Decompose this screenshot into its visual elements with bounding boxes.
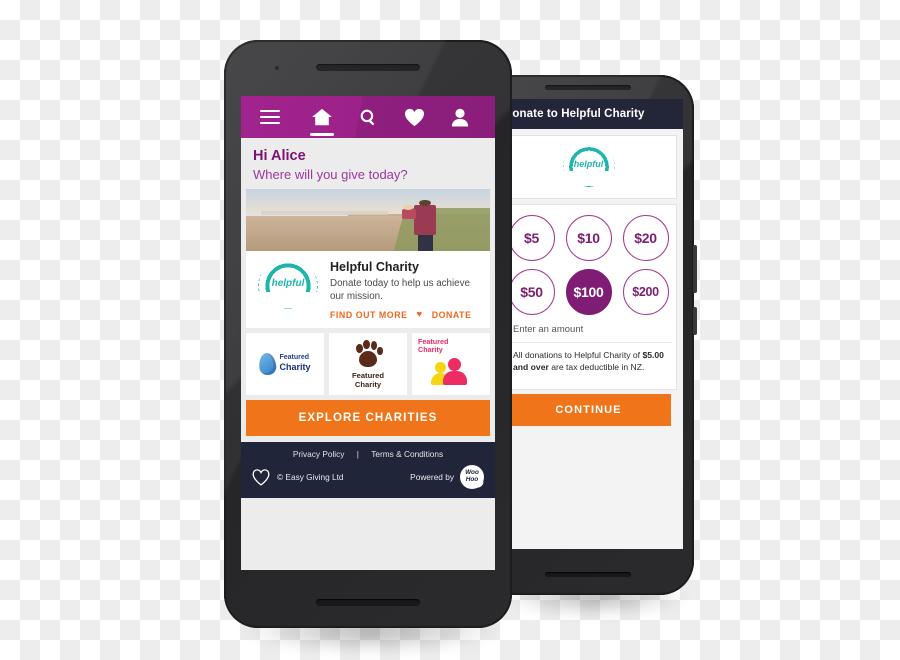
back-phone-bottom-speaker bbox=[545, 572, 631, 577]
footer-legal-links: Privacy Policy | Terms & Conditions bbox=[241, 449, 495, 459]
amount-option-5[interactable]: $5 bbox=[508, 215, 555, 261]
tile-water-charity[interactable]: Featured Charity bbox=[246, 332, 324, 395]
woohoo-logo-icon[interactable]: Woo Hoo bbox=[460, 464, 484, 489]
greeting-hello: Hi Alice bbox=[253, 148, 306, 164]
explore-charities-button[interactable]: EXPLORE CHARITIES bbox=[246, 399, 490, 436]
tile-label-animal: Featured Charity bbox=[352, 371, 384, 389]
front-phone-screen: Hi Alice Where will you give today? help… bbox=[241, 96, 495, 570]
powered-by-label: Powered by bbox=[410, 471, 454, 482]
two-people-icon bbox=[431, 354, 471, 385]
donate-screen-header: Donate to Helpful Charity bbox=[494, 99, 683, 129]
hamburger-menu-icon[interactable] bbox=[241, 96, 299, 138]
helpful-charity-badge-icon: helpful CHARITY bbox=[556, 143, 621, 191]
screenshot-stage: Donate to Helpful Charity helpful CHARIT… bbox=[0, 0, 900, 660]
terms-conditions-link[interactable]: Terms & Conditions bbox=[371, 449, 443, 459]
featured-charity-tiles: Featured Charity Featured Charity Featur… bbox=[246, 332, 490, 395]
amount-option-200[interactable]: $200 bbox=[622, 269, 669, 315]
charity-card-links: FIND OUT MORE ♥ DONATE bbox=[330, 310, 481, 320]
footer-divider: | bbox=[356, 448, 359, 459]
front-phone-earpiece bbox=[316, 64, 420, 71]
badge-word: helpful bbox=[271, 278, 305, 289]
amount-option-20[interactable]: $20 bbox=[622, 215, 669, 261]
front-phone-bottom-speaker bbox=[316, 599, 420, 606]
tile-label-line2: Charity bbox=[279, 362, 311, 373]
water-drop-icon bbox=[258, 352, 278, 376]
app-top-nav bbox=[241, 96, 495, 138]
tax-note-amount: $5.00 bbox=[642, 350, 664, 360]
hero-man-legs bbox=[418, 232, 433, 251]
footer-bottom-row: © Easy Giving Ltd Powered by Woo Hoo bbox=[241, 459, 495, 489]
donation-amount-grid: $5 $10 $20 $50 $100 $200 bbox=[505, 215, 672, 315]
donation-amounts-card: $5 $10 $20 $50 $100 $200 Enter an amount… bbox=[500, 204, 677, 391]
badge-ribbon: CHARITY bbox=[556, 171, 621, 186]
front-phone-device: Hi Alice Where will you give today? help… bbox=[224, 40, 512, 628]
amount-option-50[interactable]: $50 bbox=[508, 269, 555, 315]
donate-screen-body: helpful CHARITY $5 $10 $20 $50 $100 $200… bbox=[494, 129, 683, 549]
tile-label-line2: Charity bbox=[354, 379, 382, 389]
copyright-text: © Easy Giving Ltd bbox=[277, 471, 344, 482]
hero-image bbox=[246, 189, 490, 251]
amount-option-10[interactable]: $10 bbox=[565, 215, 612, 261]
privacy-policy-link[interactable]: Privacy Policy bbox=[293, 449, 345, 459]
donate-heart-icon: ♥ bbox=[416, 309, 423, 321]
amount-option-100[interactable]: $100 bbox=[565, 269, 612, 315]
tile-label-line1: Featured bbox=[351, 370, 385, 380]
tile-animal-charity[interactable]: Featured Charity bbox=[329, 332, 407, 395]
donate-link[interactable]: DONATE bbox=[432, 310, 472, 320]
back-phone-power-button[interactable] bbox=[693, 307, 697, 335]
app-footer: Privacy Policy | Terms & Conditions © Ea… bbox=[241, 441, 495, 498]
tile-label-line1: Featured bbox=[279, 354, 310, 362]
person-icon[interactable] bbox=[437, 96, 483, 138]
tax-note-mid: and over bbox=[513, 361, 549, 372]
tax-note-prefix: All donations to Helpful Charity of bbox=[513, 350, 643, 360]
hero-child-body bbox=[402, 209, 416, 220]
back-phone-earpiece bbox=[545, 85, 631, 90]
tile-label-line2: Charity bbox=[418, 345, 443, 355]
search-icon[interactable] bbox=[345, 96, 391, 138]
featured-charity-card[interactable]: helpful CHARITY Helpful Charity Donate t… bbox=[246, 251, 490, 328]
greeting-block: Hi Alice Where will you give today? bbox=[241, 138, 495, 189]
hero-man-shirt bbox=[414, 205, 437, 235]
woohoo-line2: Hoo bbox=[465, 475, 479, 483]
paw-print-icon bbox=[353, 339, 383, 369]
heart-icon[interactable] bbox=[391, 96, 437, 138]
woohoo-logo-text: Woo Hoo bbox=[465, 469, 479, 483]
tile-label-water: Featured Charity bbox=[279, 354, 310, 373]
find-out-more-link[interactable]: FIND OUT MORE bbox=[330, 310, 408, 320]
front-camera-icon bbox=[274, 65, 280, 71]
heart-outline-icon bbox=[252, 469, 270, 486]
tax-deductible-note: All donations to Helpful Charity of $5.0… bbox=[505, 343, 672, 381]
charity-card-text: Helpful Charity Donate today to help us … bbox=[330, 259, 481, 320]
charity-logo-card: helpful CHARITY bbox=[500, 135, 677, 199]
donate-screen-title: Donate to Helpful Charity bbox=[504, 108, 645, 120]
other-amount-field[interactable]: Enter an amount bbox=[505, 315, 672, 343]
back-phone-screen: Donate to Helpful Charity helpful CHARIT… bbox=[494, 99, 683, 549]
tax-note-suffix: are tax deductible in NZ. bbox=[548, 361, 645, 372]
greeting-question: Where will you give today? bbox=[253, 167, 408, 182]
charity-card-title: Helpful Charity bbox=[330, 260, 419, 274]
helpful-charity-badge-icon: helpful CHARITY bbox=[249, 259, 327, 315]
tile-people-charity[interactable]: Featured Charity bbox=[412, 332, 490, 395]
powered-by-block: Powered by Woo Hoo bbox=[410, 464, 484, 489]
charity-card-description: Donate today to help us achieve our miss… bbox=[330, 278, 470, 302]
hero-distant-town bbox=[260, 211, 388, 216]
badge-ribbon: CHARITY bbox=[249, 292, 327, 308]
tile-label-people: Featured Charity bbox=[418, 337, 448, 355]
home-icon[interactable] bbox=[299, 96, 345, 138]
badge-word: helpful bbox=[573, 159, 604, 169]
back-phone-volume-button[interactable] bbox=[693, 245, 697, 293]
continue-button[interactable]: CONTINUE bbox=[506, 394, 671, 427]
back-phone-device: Donate to Helpful Charity helpful CHARIT… bbox=[482, 75, 697, 595]
